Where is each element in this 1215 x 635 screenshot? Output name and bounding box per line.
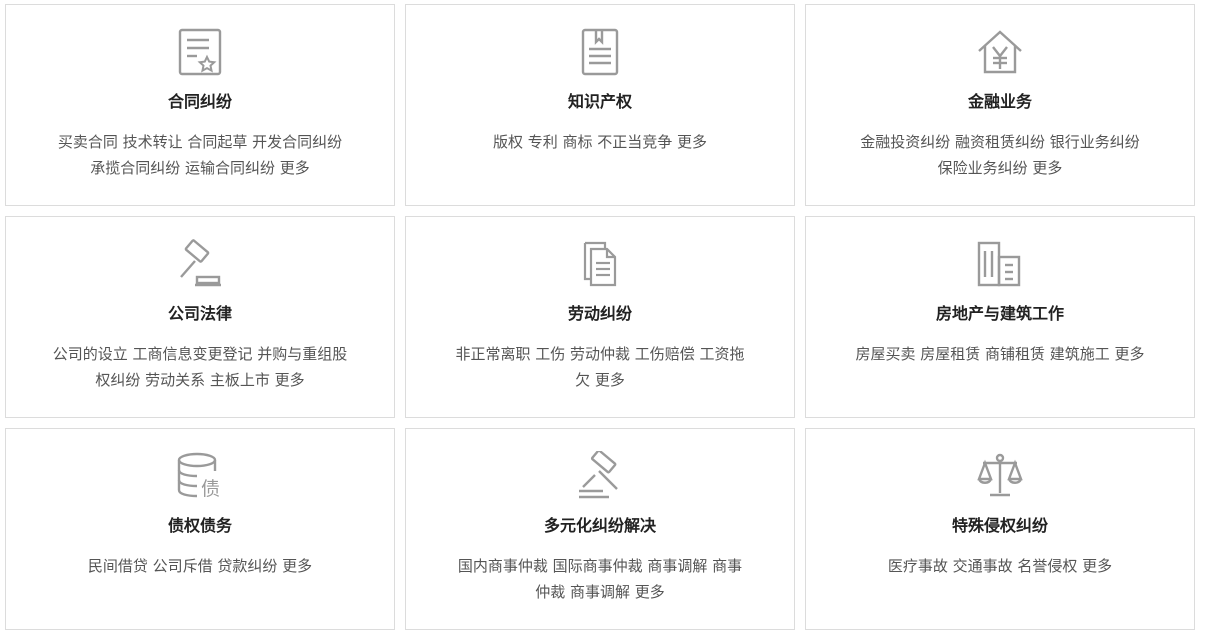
- card-diversified-dispute-resolution[interactable]: 多元化纠纷解决 国内商事仲裁 国际商事仲裁 商事调解 商事 仲裁 商事调解 更多: [405, 428, 795, 630]
- contract-icon: [175, 27, 225, 77]
- card-title: 公司法律: [167, 304, 232, 323]
- card-title: 劳动纠纷: [567, 304, 632, 323]
- card-desc-line1[interactable]: 买卖合同 技术转让 合同起草 开发合同纠纷: [46, 129, 354, 155]
- card-title: 知识产权: [567, 92, 632, 111]
- debt-char: 债: [201, 478, 220, 500]
- card-contract-dispute[interactable]: 合同纠纷 买卖合同 技术转让 合同起草 开发合同纠纷 承揽合同纠纷 运输合同纠纷…: [5, 4, 395, 206]
- card-description: 房屋买卖 房屋租赁 商铺租赁 建筑施工 更多: [846, 341, 1154, 367]
- scales-icon: [975, 451, 1025, 501]
- card-title: 合同纠纷: [167, 92, 232, 111]
- card-desc-line1[interactable]: 非正常离职 工伤 劳动仲裁 工伤赔偿 工资拖: [446, 341, 754, 367]
- card-desc-line2[interactable]: 保险业务纠纷 更多: [846, 155, 1154, 181]
- card-description: 公司的设立 工商信息变更登记 并购与重组股 权纠纷 劳动关系 主板上市 更多: [46, 341, 354, 393]
- card-desc-line2[interactable]: 承揽合同纠纷 运输合同纠纷 更多: [46, 155, 354, 181]
- card-desc-line2[interactable]: 仲裁 商事调解 更多: [446, 579, 754, 605]
- card-description: 民间借贷 公司斥借 贷款纠纷 更多: [46, 553, 354, 579]
- card-description: 医疗事故 交通事故 名誉侵权 更多: [846, 553, 1154, 579]
- card-description: 非正常离职 工伤 劳动仲裁 工伤赔偿 工资拖 欠 更多: [446, 341, 754, 393]
- card-labor-dispute[interactable]: 劳动纠纷 非正常离职 工伤 劳动仲裁 工伤赔偿 工资拖 欠 更多: [405, 216, 795, 418]
- card-title: 特殊侵权纠纷: [951, 516, 1048, 535]
- card-real-estate-construction[interactable]: 房地产与建筑工作 房屋买卖 房屋租赁 商铺租赁 建筑施工 更多: [805, 216, 1195, 418]
- practice-area-grid: 合同纠纷 买卖合同 技术转让 合同起草 开发合同纠纷 承揽合同纠纷 运输合同纠纷…: [0, 0, 1215, 635]
- card-description: 国内商事仲裁 国际商事仲裁 商事调解 商事 仲裁 商事调解 更多: [446, 553, 754, 605]
- card-special-tort-dispute[interactable]: 特殊侵权纠纷 医疗事故 交通事故 名誉侵权 更多: [805, 428, 1195, 630]
- card-description: 金融投资纠纷 融资租赁纠纷 银行业务纠纷 保险业务纠纷 更多: [846, 129, 1154, 181]
- card-desc-line2[interactable]: 权纠纷 劳动关系 主板上市 更多: [46, 367, 354, 393]
- documents-icon: [575, 239, 625, 289]
- card-intellectual-property[interactable]: 知识产权 版权 专利 商标 不正当竞争 更多: [405, 4, 795, 206]
- card-desc-line1[interactable]: 医疗事故 交通事故 名誉侵权 更多: [846, 553, 1154, 579]
- hammer-icon: [575, 451, 625, 501]
- card-description: 买卖合同 技术转让 合同起草 开发合同纠纷 承揽合同纠纷 运输合同纠纷 更多: [46, 129, 354, 181]
- card-title: 多元化纠纷解决: [543, 516, 656, 535]
- card-desc-line1[interactable]: 金融投资纠纷 融资租赁纠纷 银行业务纠纷: [846, 129, 1154, 155]
- card-corporate-law[interactable]: 公司法律 公司的设立 工商信息变更登记 并购与重组股 权纠纷 劳动关系 主板上市…: [5, 216, 395, 418]
- yen-house-icon: [975, 27, 1025, 77]
- card-debt-credit[interactable]: 债 债权债务 民间借贷 公司斥借 贷款纠纷 更多: [5, 428, 395, 630]
- building-icon: [975, 239, 1025, 289]
- card-desc-line1[interactable]: 国内商事仲裁 国际商事仲裁 商事调解 商事: [446, 553, 754, 579]
- gavel-icon: [175, 239, 225, 289]
- debt-coins-icon: 债: [175, 451, 225, 501]
- card-description: 版权 专利 商标 不正当竞争 更多: [446, 129, 754, 155]
- card-title: 房地产与建筑工作: [935, 304, 1064, 323]
- card-desc-line2[interactable]: 欠 更多: [446, 367, 754, 393]
- card-financial-business[interactable]: 金融业务 金融投资纠纷 融资租赁纠纷 银行业务纠纷 保险业务纠纷 更多: [805, 4, 1195, 206]
- card-desc-line1[interactable]: 公司的设立 工商信息变更登记 并购与重组股: [46, 341, 354, 367]
- card-desc-line1[interactable]: 版权 专利 商标 不正当竞争 更多: [446, 129, 754, 155]
- card-title: 金融业务: [967, 92, 1032, 111]
- card-desc-line1[interactable]: 民间借贷 公司斥借 贷款纠纷 更多: [46, 553, 354, 579]
- card-desc-line1[interactable]: 房屋买卖 房屋租赁 商铺租赁 建筑施工 更多: [846, 341, 1154, 367]
- card-title: 债权债务: [167, 516, 232, 535]
- book-icon: [575, 27, 625, 77]
